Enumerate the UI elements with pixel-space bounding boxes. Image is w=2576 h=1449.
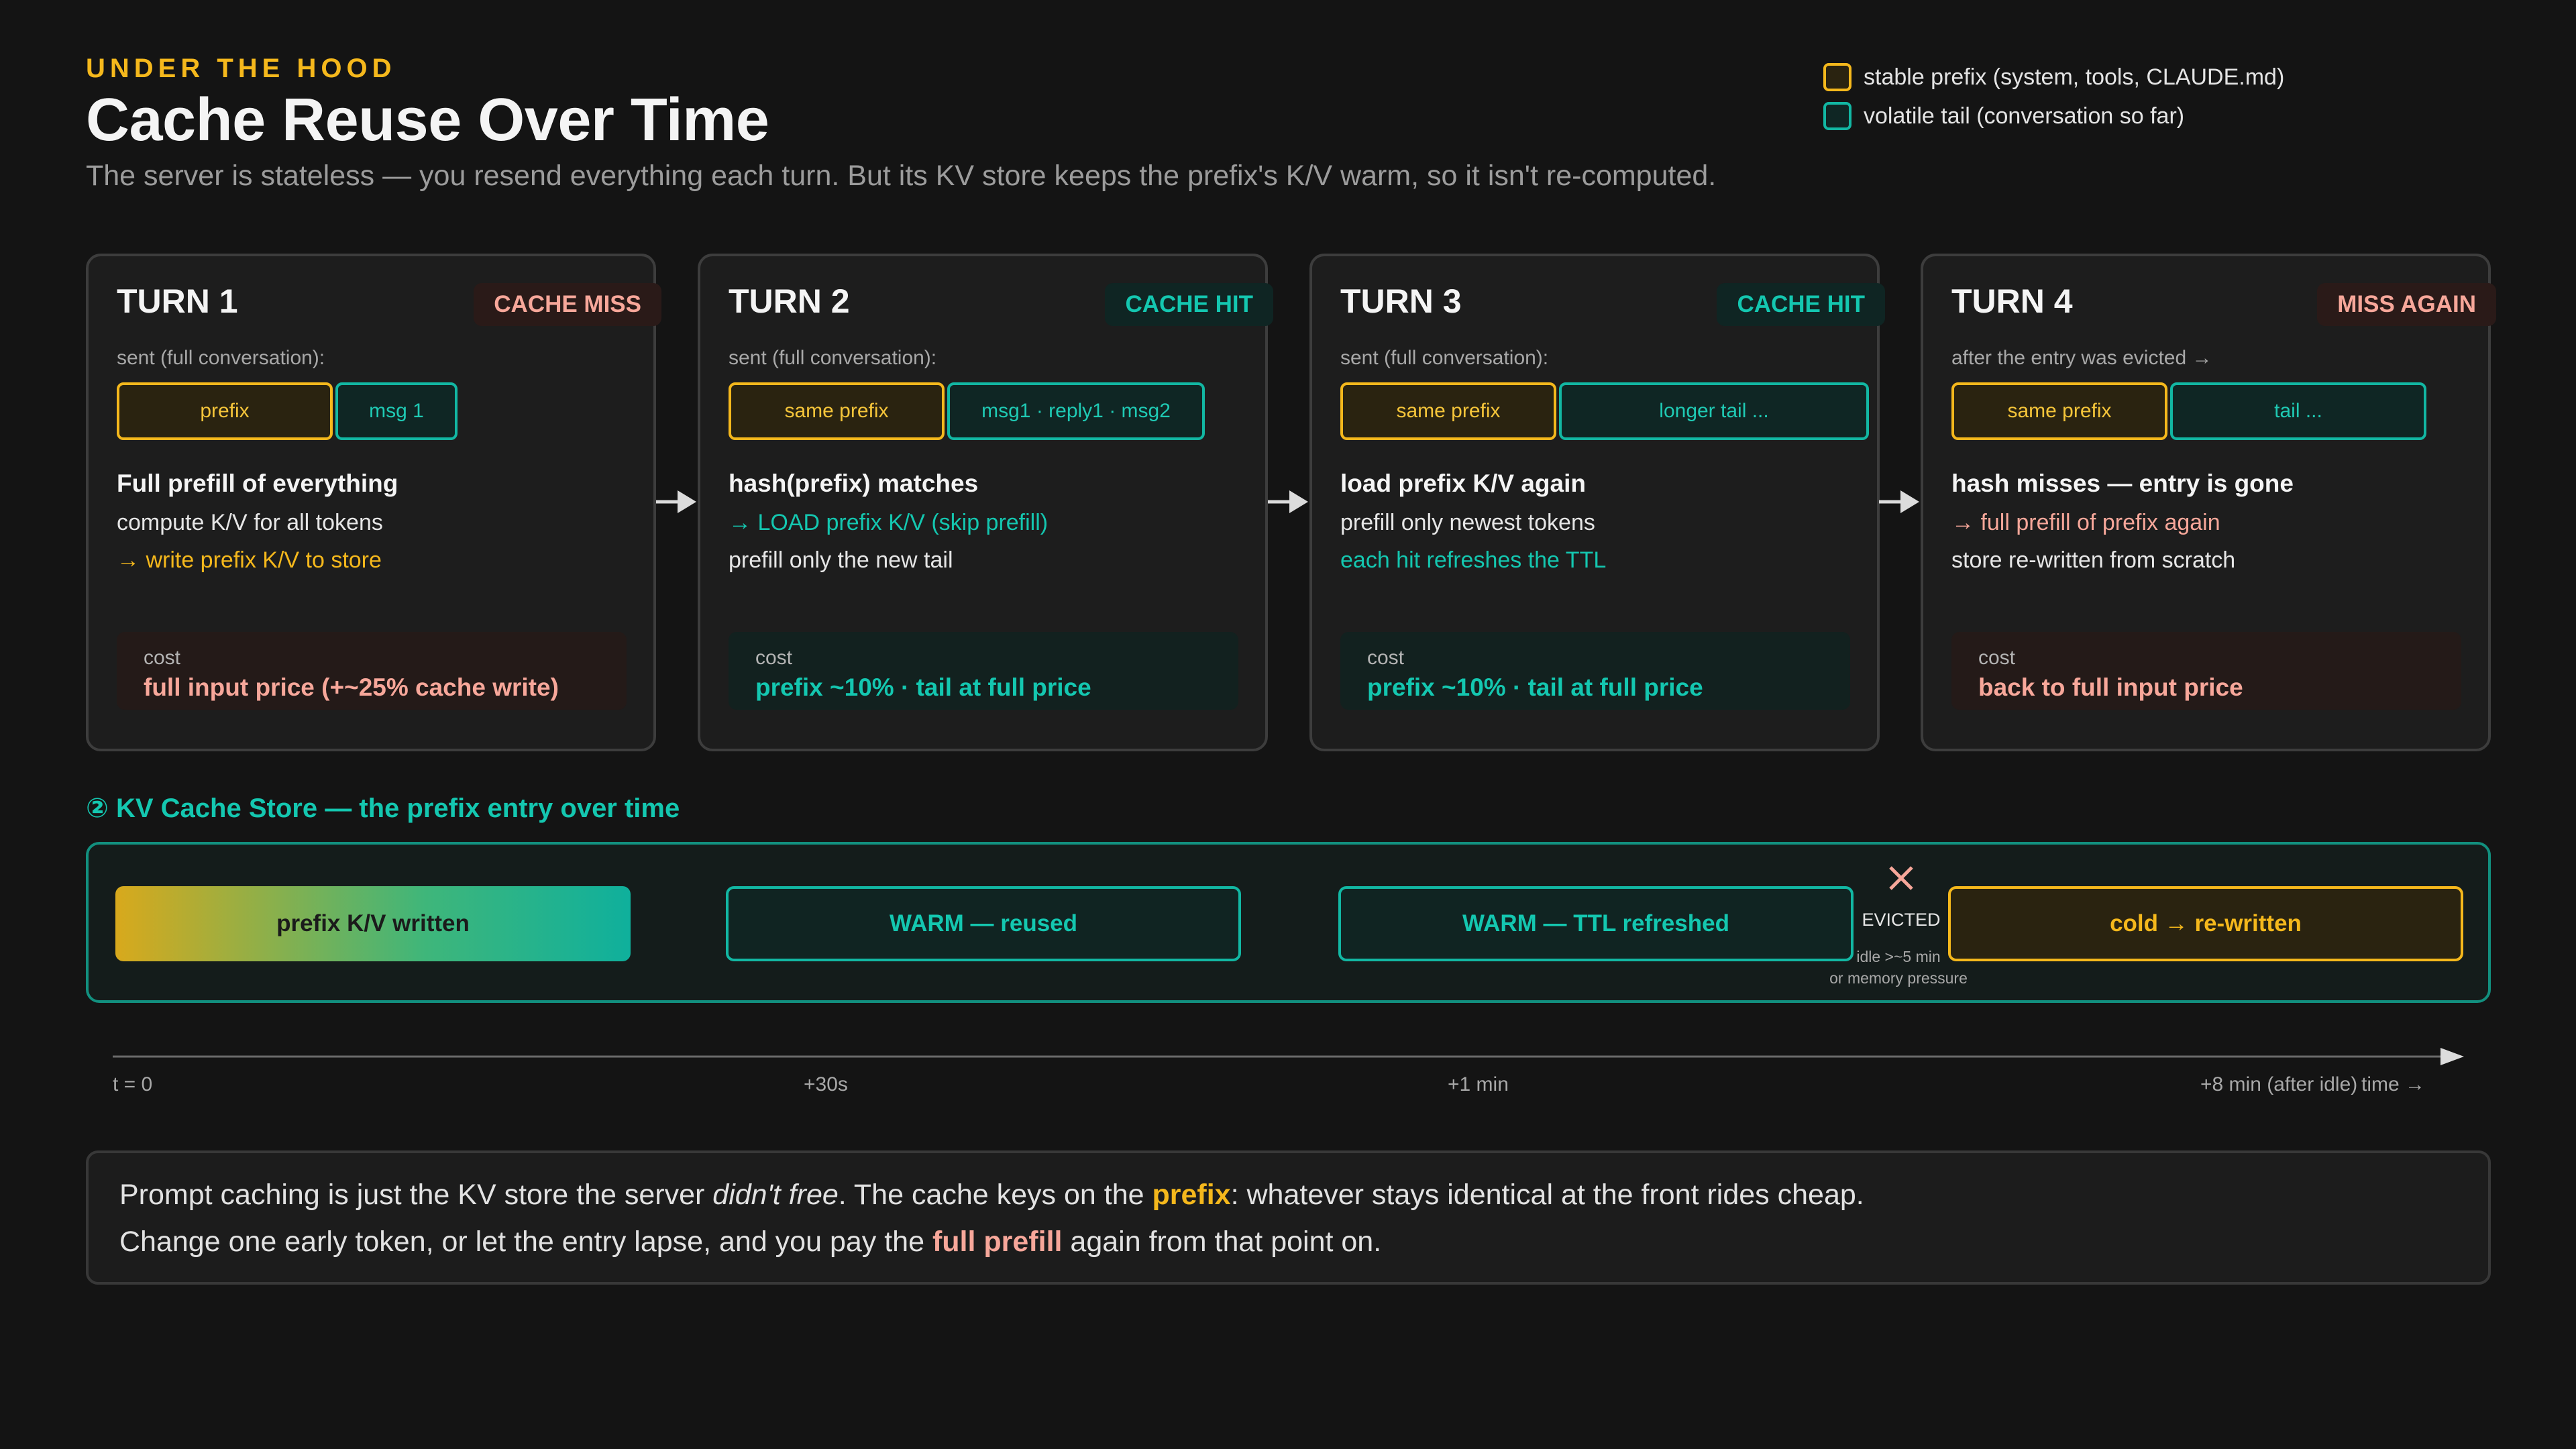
turn-line-1: → LOAD prefix K/V (skip prefill) — [729, 510, 1049, 535]
turn-headline: hash(prefix) matches — [729, 470, 979, 497]
summary-text: : whatever stays identical at the front … — [1230, 1179, 1864, 1211]
cost-label: cost — [1367, 647, 1405, 669]
summary-highlight-prefill: full prefill — [932, 1226, 1063, 1258]
cost-label: cost — [1978, 647, 2016, 669]
arrow-right-icon — [656, 490, 696, 513]
legend-label-volatile: volatile tail (conversation so far) — [1864, 103, 2185, 129]
turn-line-2: store re-written from scratch — [1951, 547, 2236, 573]
cost-box: cost back to full input price — [1951, 632, 2461, 710]
prefix-chip: same prefix — [729, 382, 945, 440]
tail-chip: msg 1 — [335, 382, 458, 440]
prefix-chip: same prefix — [1340, 382, 1556, 440]
prefix-chip: prefix — [117, 382, 333, 440]
axis-label: time → — [2361, 1073, 2426, 1095]
eviction-note-line-1: idle >~5 min — [1856, 948, 1941, 965]
message-chips: same prefix tail ... — [1951, 382, 2426, 440]
summary-text: Change one early token, or let the entry… — [119, 1226, 932, 1258]
turn-line-2: each hit refreshes the TTL — [1340, 547, 1607, 573]
turn-card-2: TURN 2 CACHE HIT sent (full conversation… — [698, 254, 1273, 751]
turn-line-1: → full prefill of prefix again — [1951, 510, 2220, 535]
turn-title: TURN 1 — [117, 282, 238, 320]
turn-line-1: compute K/V for all tokens — [117, 510, 383, 535]
tick-label: t = 0 — [113, 1073, 153, 1095]
turn-headline: Full prefill of everything — [117, 470, 398, 497]
segment-cold: cold → re-written — [1948, 886, 2463, 961]
cost-value: back to full input price — [1978, 674, 2243, 701]
summary-text: . The cache keys on the — [838, 1179, 1152, 1211]
turn-headline: hash misses — entry is gone — [1951, 470, 2294, 497]
summary-emphasis: didn't free — [712, 1179, 839, 1211]
kv-cache-store: prefix K/V written WARM — reused WARM — … — [86, 842, 2491, 1003]
tick-label: +8 min (after idle) — [2200, 1073, 2358, 1095]
status-badge: CACHE HIT — [1105, 283, 1273, 326]
tail-chip: msg1 · reply1 · msg2 — [947, 382, 1205, 440]
summary-line-1: Prompt caching is just the KV store the … — [119, 1179, 1864, 1212]
summary-highlight-prefix: prefix — [1152, 1179, 1231, 1211]
turn-line-1: prefill only newest tokens — [1340, 510, 1595, 535]
turn-line-2: prefill only the new tail — [729, 547, 953, 573]
turn-card-3: TURN 3 CACHE HIT sent (full conversation… — [1309, 254, 1885, 751]
turn-title: TURN 4 — [1951, 282, 2073, 320]
cost-box: cost prefix ~10% · tail at full price — [729, 632, 1238, 710]
cost-box: cost full input price (+~25% cache write… — [117, 632, 627, 710]
eviction-marker: EVICTED — [1854, 863, 1948, 930]
legend-label-stable: stable prefix (system, tools, CLAUDE.md) — [1864, 64, 2285, 90]
sent-label: sent (full conversation): — [1340, 347, 1549, 369]
eviction-note-line-2: or memory pressure — [1829, 969, 1968, 987]
message-chips: same prefix longer tail ... — [1340, 382, 1869, 440]
cost-label: cost — [755, 647, 793, 669]
cost-value: prefix ~10% · tail at full price — [755, 674, 1091, 701]
tail-chip: tail ... — [2170, 382, 2426, 440]
status-badge: CACHE MISS — [474, 283, 661, 326]
turn-card-4: TURN 4 MISS AGAIN after the entry was ev… — [1921, 254, 2496, 751]
tick-label: +30s — [804, 1073, 848, 1095]
eyebrow-label: UNDER THE HOOD — [86, 54, 396, 83]
volatile-swatch — [1823, 102, 1851, 130]
tail-chip: longer tail ... — [1559, 382, 1869, 440]
cost-box: cost prefix ~10% · tail at full price — [1340, 632, 1850, 710]
page-title: Cache Reuse Over Time — [86, 87, 769, 154]
legend-item-stable: stable prefix (system, tools, CLAUDE.md) — [1823, 58, 2284, 97]
turn-title: TURN 2 — [729, 282, 850, 320]
arrow-right-icon — [1268, 490, 1308, 513]
segment-warm-refreshed: WARM — TTL refreshed — [1338, 886, 1854, 961]
summary-line-2: Change one early token, or let the entry… — [119, 1226, 1381, 1258]
message-chips: same prefix msg1 · reply1 · msg2 — [729, 382, 1205, 440]
turn-card-1: TURN 1 CACHE MISS sent (full conversatio… — [86, 254, 661, 751]
store-section-title: ② KV Cache Store — the prefix entry over… — [86, 794, 680, 823]
close-icon — [1889, 866, 1913, 890]
evicted-label: EVICTED — [1862, 910, 1941, 930]
stable-swatch — [1823, 63, 1851, 91]
sent-label: sent (full conversation): — [117, 347, 325, 369]
cost-label: cost — [144, 647, 181, 669]
sent-label: after the entry was evicted → — [1951, 347, 2212, 369]
segment-warm-reused: WARM — reused — [726, 886, 1241, 961]
status-badge: CACHE HIT — [1717, 283, 1885, 326]
sent-label: sent (full conversation): — [729, 347, 937, 369]
eviction-note: idle >~5 min or memory pressure — [1798, 946, 1999, 989]
summary-text: again from that point on. — [1062, 1226, 1382, 1258]
page-subtitle: The server is stateless — you resend eve… — [86, 160, 1717, 192]
turn-title: TURN 3 — [1340, 282, 1462, 320]
summary-text: Prompt caching is just the KV store the … — [119, 1179, 713, 1211]
message-chips: prefix msg 1 — [117, 382, 458, 440]
timeline-axis — [113, 1048, 2464, 1065]
legend-item-volatile: volatile tail (conversation so far) — [1823, 97, 2284, 136]
turn-headline: load prefix K/V again — [1340, 470, 1586, 497]
cost-value: prefix ~10% · tail at full price — [1367, 674, 1703, 701]
segment-written: prefix K/V written — [115, 886, 631, 961]
status-badge: MISS AGAIN — [2317, 283, 2496, 326]
turn-line-2: → write prefix K/V to store — [117, 547, 382, 573]
legend: stable prefix (system, tools, CLAUDE.md)… — [1823, 58, 2284, 136]
prefix-chip: same prefix — [1951, 382, 2167, 440]
cost-value: full input price (+~25% cache write) — [144, 674, 559, 701]
tick-label: +1 min — [1448, 1073, 1509, 1095]
summary-box: Prompt caching is just the KV store the … — [86, 1150, 2491, 1285]
arrow-right-icon — [1879, 490, 1919, 513]
